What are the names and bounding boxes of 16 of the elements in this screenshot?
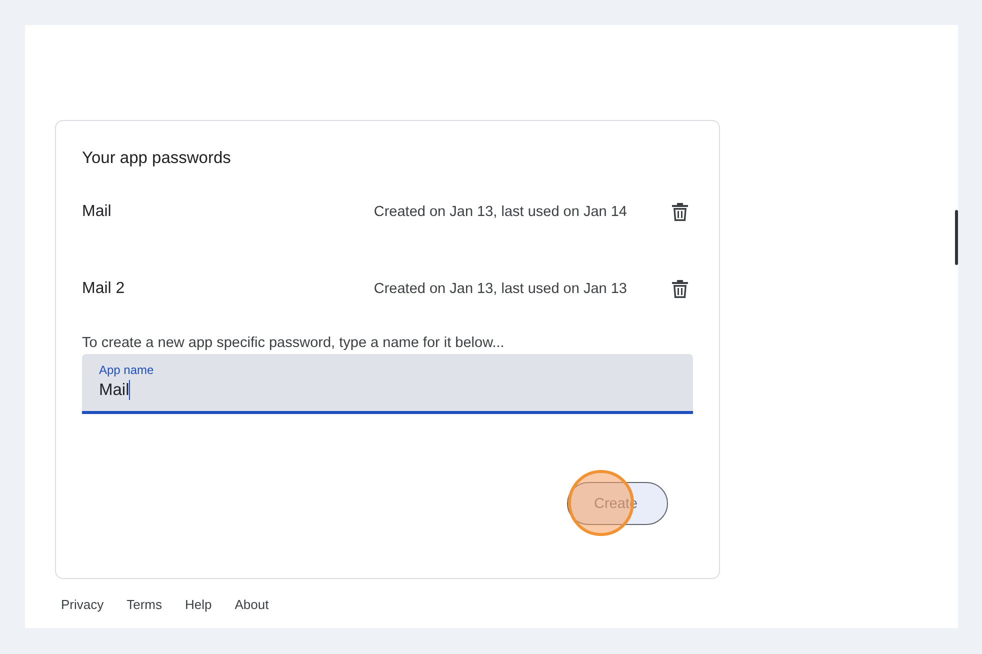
footer-link[interactable]: Help — [185, 597, 212, 612]
usage-info: Created on Jan 13, last used on Jan 13 — [374, 281, 627, 297]
app-name-field[interactable]: App name Mail — [82, 354, 693, 414]
scrollbar-handle[interactable] — [955, 210, 958, 265]
footer-link[interactable]: About — [234, 597, 269, 612]
footer-link[interactable]: Terms — [126, 597, 162, 612]
app-password-name: Mail — [82, 203, 112, 221]
usage-info: Created on Jan 13, last used on Jan 14 — [374, 204, 627, 220]
instruction-text: To create a new app specific password, type a name for it below... — [82, 335, 506, 351]
delete-button[interactable] — [671, 279, 689, 299]
footer-link[interactable]: Privacy — [61, 597, 104, 612]
trash-icon — [671, 279, 689, 299]
delete-button[interactable] — [671, 202, 689, 222]
section-title: Your app passwords — [82, 149, 232, 169]
app-password-name: Mail 2 — [82, 280, 126, 298]
trash-icon — [671, 202, 689, 222]
